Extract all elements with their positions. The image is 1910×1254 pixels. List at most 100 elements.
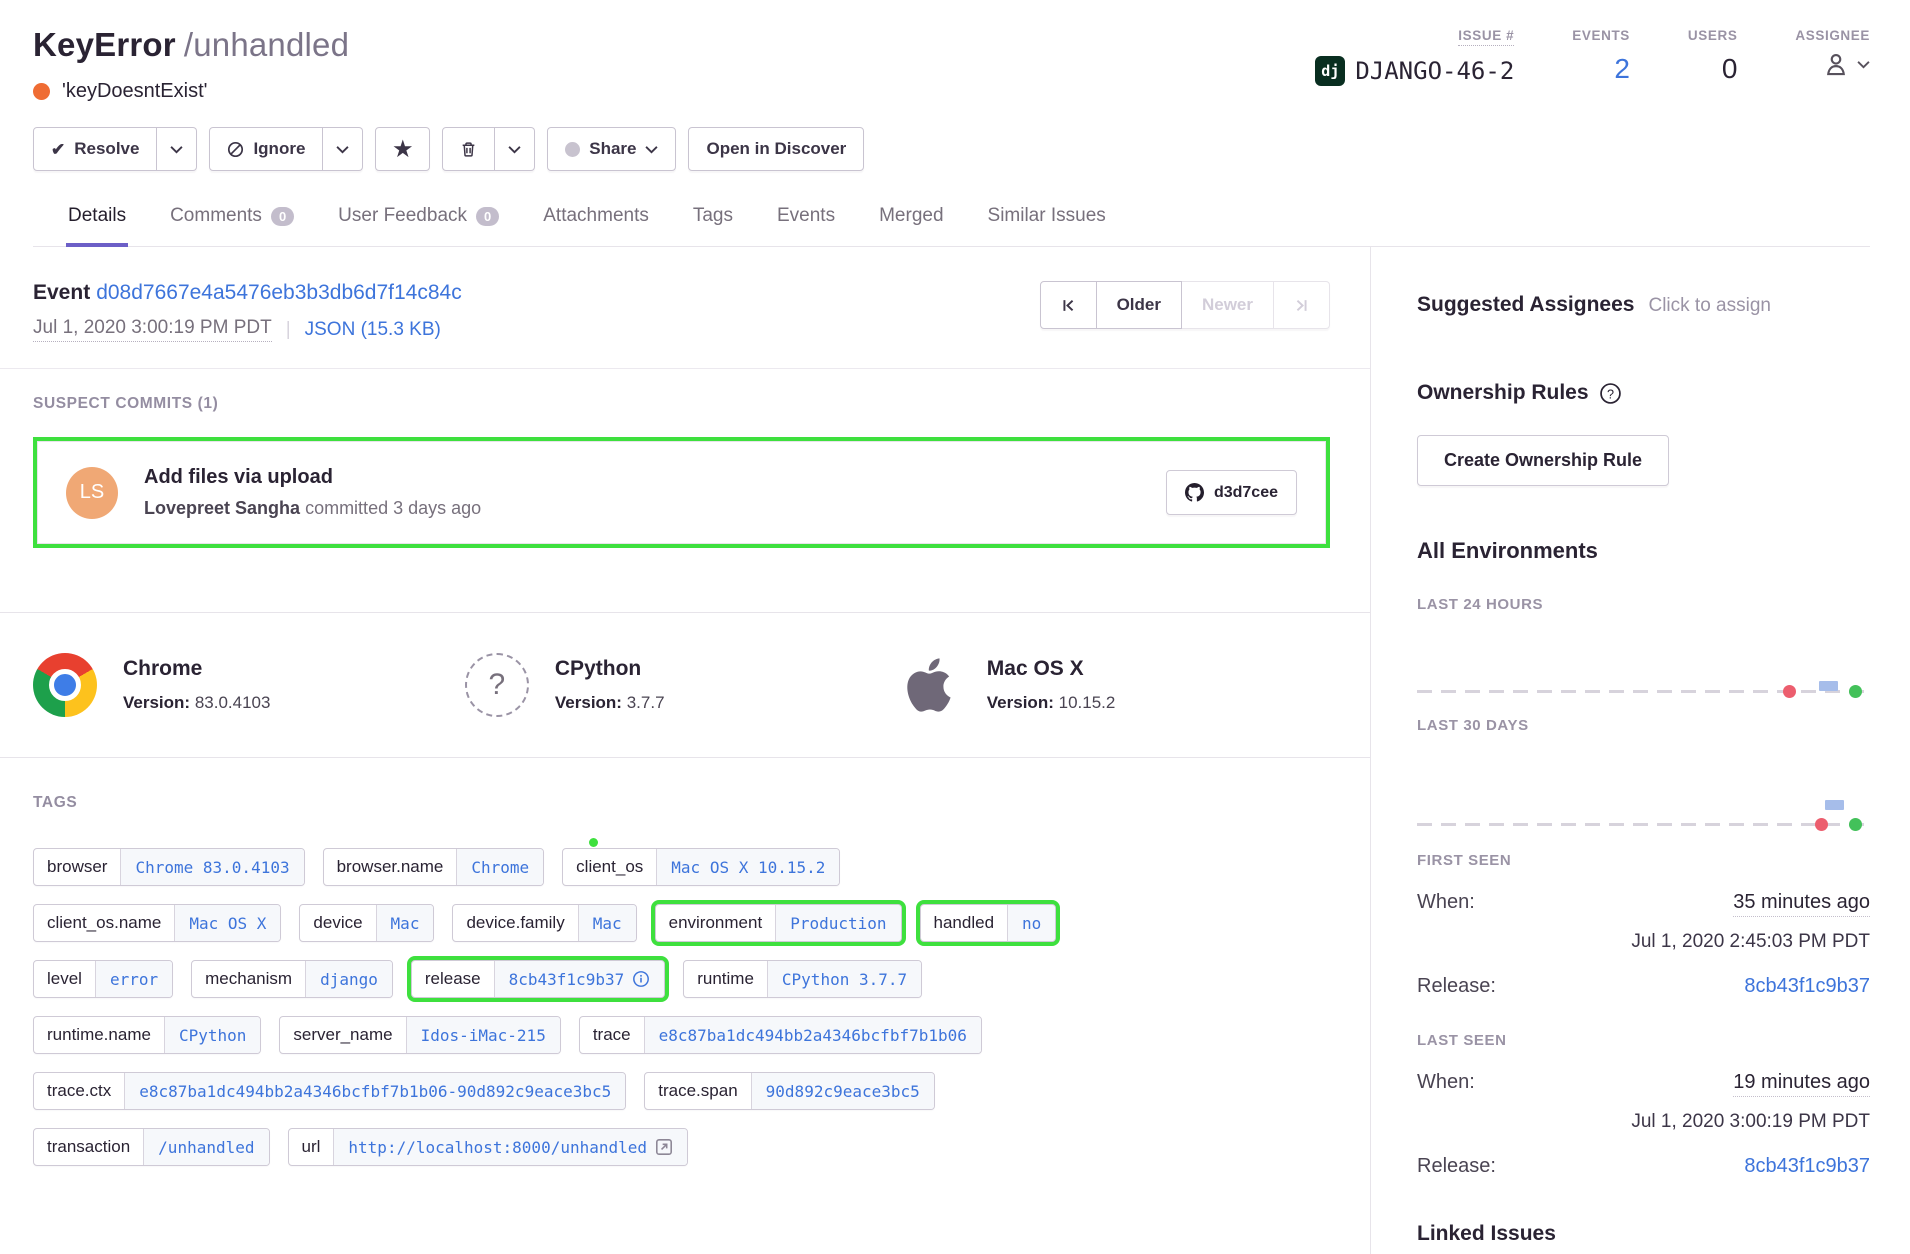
assignee-dropdown[interactable]	[1821, 49, 1870, 79]
tag-value-text: django	[320, 970, 378, 989]
tag-value-link[interactable]: CPython	[164, 1017, 260, 1053]
tab[interactable]: Merged	[877, 199, 945, 247]
tab-label: Events	[777, 205, 835, 227]
tab-label: Attachments	[543, 205, 649, 227]
event-contexts: Chrome Version: 83.0.4103 ? CPython Vers…	[0, 612, 1370, 758]
tag-value-text: e8c87ba1dc494bb2a4346bcfbf7b1b06	[659, 1026, 967, 1045]
star-icon: ★	[393, 139, 412, 160]
version-value: 10.15.2	[1059, 693, 1116, 712]
tag-key: device.family	[453, 905, 577, 941]
tag-key: handled	[921, 905, 1008, 941]
issue-message: 'keyDoesntExist'	[62, 80, 207, 103]
tag-value-link[interactable]: no	[1007, 905, 1055, 941]
tag-value-link[interactable]: e8c87ba1dc494bb2a4346bcfbf7b1b06-90d892c…	[124, 1073, 625, 1109]
tag-value-text: CPython 3.7.7	[782, 970, 907, 989]
tag-value-link[interactable]: Mac OS X	[174, 905, 280, 941]
ignore-button[interactable]: Ignore	[209, 127, 323, 171]
tag-value-link[interactable]: 8cb43f1c9b37	[494, 961, 665, 997]
event-timestamp[interactable]: Jul 1, 2020 3:00:19 PM PDT	[33, 317, 272, 342]
event-json-link[interactable]: JSON (15.3 KB)	[305, 319, 441, 341]
delete-button[interactable]	[442, 127, 495, 171]
tab[interactable]: Attachments	[541, 199, 651, 247]
tab[interactable]: Similar Issues	[986, 199, 1108, 247]
last-seen-relative-time[interactable]: 19 minutes ago	[1733, 1071, 1870, 1097]
last-seen-release-link[interactable]: 8cb43f1c9b37	[1744, 1155, 1870, 1178]
suspect-commits-heading: SUSPECT COMMITS (1)	[33, 395, 1330, 413]
tag-row: runtime.name CPython server_name Idos-iM…	[33, 1016, 1330, 1054]
ignore-dropdown-button[interactable]	[323, 127, 363, 171]
tag-row: trace.ctx e8c87ba1dc494bb2a4346bcfbf7b1b…	[33, 1072, 1330, 1110]
events-sparkline-24h	[1417, 613, 1870, 701]
tag-value-link[interactable]: Mac	[376, 905, 434, 941]
tag-value-link[interactable]: Production	[775, 905, 900, 941]
tab[interactable]: User Feedback 0	[336, 199, 501, 247]
older-event-button[interactable]: Older	[1097, 281, 1182, 329]
tag-key: device	[300, 905, 375, 941]
tag-value-link[interactable]: django	[305, 961, 392, 997]
resolve-dropdown-button[interactable]	[157, 127, 197, 171]
tag-value-link[interactable]: /unhandled	[143, 1129, 268, 1165]
tag-value-text: Mac	[593, 914, 622, 933]
tag-key: mechanism	[192, 961, 305, 997]
divider: |	[286, 319, 291, 341]
skip-to-latest-button[interactable]	[1274, 281, 1330, 329]
tag-key: runtime.name	[34, 1017, 164, 1053]
tab[interactable]: Comments 0	[168, 199, 296, 247]
tab[interactable]: Events	[775, 199, 837, 247]
tag-pill: level error	[33, 960, 173, 998]
tab-label: Similar Issues	[988, 205, 1106, 227]
tag-value-text: Chrome	[471, 858, 529, 877]
tags-section: TAGS browser Chrome 83.0.4103 browser.na…	[0, 758, 1370, 1194]
tag-row: browser Chrome 83.0.4103 browser.name Ch…	[33, 848, 1330, 886]
issue-header: KeyError/unhandled 'keyDoesntExist' ISSU…	[0, 0, 1910, 247]
error-level-dot	[33, 83, 50, 100]
tag-pill: runtime.name CPython	[33, 1016, 261, 1054]
external-link-icon[interactable]	[655, 1138, 673, 1156]
tag-value-link[interactable]: Chrome	[456, 849, 543, 885]
commit-sha-button[interactable]: d3d7cee	[1166, 470, 1297, 515]
first-seen-release-link[interactable]: 8cb43f1c9b37	[1744, 975, 1870, 998]
events-count[interactable]: 2	[1614, 53, 1630, 85]
resolve-button[interactable]: ✔Resolve	[33, 127, 157, 171]
create-ownership-rule-button[interactable]: Create Ownership Rule	[1417, 435, 1669, 486]
tag-value-link[interactable]: CPython 3.7.7	[767, 961, 921, 997]
help-icon[interactable]: ?	[1599, 382, 1622, 405]
issue-details-page: KeyError/unhandled 'keyDoesntExist' ISSU…	[0, 0, 1910, 1254]
tag-value-text: Mac OS X	[189, 914, 266, 933]
issue-number-label[interactable]: ISSUE #	[1458, 28, 1514, 46]
delete-dropdown-button[interactable]	[495, 127, 535, 171]
tag-value-link[interactable]: Idos-iMac-215	[406, 1017, 560, 1053]
tag-value-link[interactable]: 90d892c9eace3bc5	[751, 1073, 934, 1109]
tag-value-text: 8cb43f1c9b37	[509, 970, 625, 989]
tab[interactable]: Details	[66, 199, 128, 247]
oldest-event-button[interactable]	[1040, 281, 1097, 329]
event-id-block: Eventd08d7667e4a5476eb3b3db6d7f14c84c Ju…	[33, 281, 462, 342]
event-id-link[interactable]: d08d7667e4a5476eb3b3db6d7f14c84c	[96, 281, 462, 304]
share-button[interactable]: Share	[547, 127, 676, 171]
tag-value-link[interactable]: e8c87ba1dc494bb2a4346bcfbf7b1b06	[644, 1017, 981, 1053]
tag-row: level error mechanism django release 8cb…	[33, 960, 1330, 998]
tab[interactable]: Tags	[691, 199, 735, 247]
tag-value-text: Chrome 83.0.4103	[135, 858, 289, 877]
tag-value-text: CPython	[179, 1026, 246, 1045]
bookmark-star-button[interactable]: ★	[375, 127, 430, 171]
stat-events: EVENTS 2	[1572, 28, 1630, 86]
tag-value-link[interactable]: Mac	[578, 905, 636, 941]
sparkline-point-red	[1783, 685, 1796, 698]
open-in-discover-button[interactable]: Open in Discover	[688, 127, 864, 171]
tag-pill: browser Chrome 83.0.4103	[33, 848, 305, 886]
first-seen-relative-time[interactable]: 35 minutes ago	[1733, 891, 1870, 917]
discover-label: Open in Discover	[706, 139, 846, 159]
context-card: ? CPython Version: 3.7.7	[465, 653, 897, 717]
tag-value-link[interactable]: http://localhost:8000/unhandled	[333, 1129, 687, 1165]
tag-value-link[interactable]: error	[95, 961, 172, 997]
tag-value-link[interactable]: Mac OS X 10.15.2	[656, 849, 839, 885]
chevron-down-icon	[508, 145, 521, 154]
newer-event-button[interactable]: Newer	[1182, 281, 1274, 329]
commit-meta: committed 3 days ago	[305, 498, 481, 518]
tab-label: Comments	[170, 205, 262, 227]
context-card: Mac OS X Version: 10.15.2	[897, 653, 1329, 717]
info-icon[interactable]	[632, 970, 650, 988]
tag-value-text: 90d892c9eace3bc5	[766, 1082, 920, 1101]
tag-value-link[interactable]: Chrome 83.0.4103	[120, 849, 303, 885]
